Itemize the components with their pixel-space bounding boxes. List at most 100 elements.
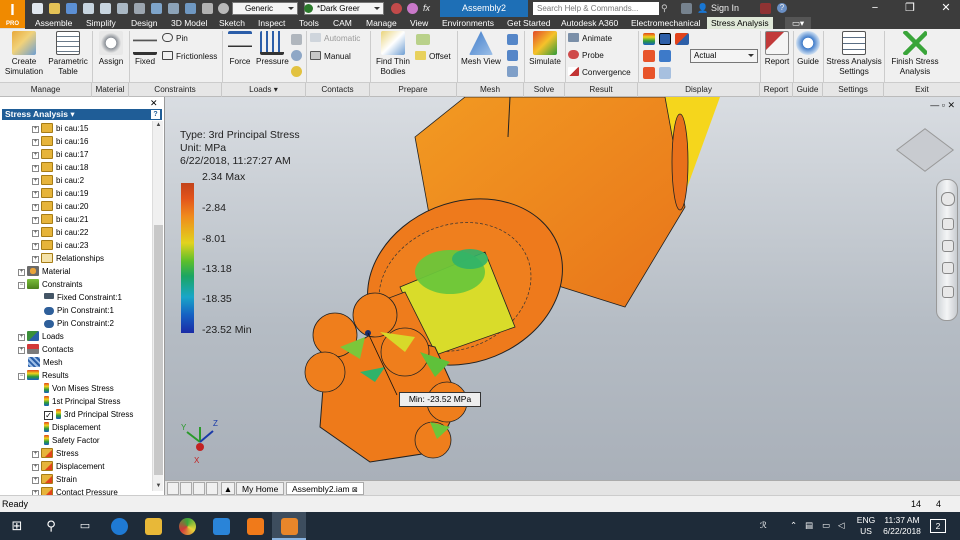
- expand-icon[interactable]: +: [32, 191, 39, 198]
- tab-assembly2[interactable]: Assembly2.iam ⊠: [286, 482, 364, 495]
- expand-icon[interactable]: +: [32, 217, 39, 224]
- tree-item-part[interactable]: + bi cau:20: [32, 201, 88, 213]
- expand-icon[interactable]: +: [32, 477, 39, 484]
- animate-button[interactable]: Animate: [568, 33, 612, 44]
- bearing-load-icon[interactable]: [291, 34, 302, 45]
- tab-close-icon[interactable]: ⊠: [352, 487, 358, 494]
- save-icon[interactable]: [66, 3, 77, 14]
- tab-autodesk-a360[interactable]: Autodesk A360: [561, 17, 618, 29]
- notifications-icon[interactable]: 2: [930, 519, 946, 533]
- scroll-thumb[interactable]: [154, 225, 163, 475]
- finish-stress-analysis-button[interactable]: Finish Stress Analysis: [886, 31, 944, 77]
- file-explorer-icon[interactable]: [136, 512, 170, 540]
- tree-item-part[interactable]: + bi cau:17: [32, 149, 88, 161]
- appearance-dropdown[interactable]: *Dark Greer: [304, 2, 384, 15]
- midsurface-icon[interactable]: [416, 34, 430, 45]
- min-probe-label[interactable]: Min: -23.52 MPa: [399, 392, 481, 407]
- tile-icon[interactable]: [167, 482, 179, 495]
- binoculars-search-icon[interactable]: ⚲: [661, 2, 668, 15]
- result-checkbox[interactable]: ✓: [44, 411, 53, 420]
- collapse-icon[interactable]: −: [18, 282, 25, 289]
- parametric-table-button[interactable]: Parametric Table: [46, 31, 90, 77]
- tree-item-part[interactable]: + bi cau:23: [32, 240, 88, 252]
- edge-browser-icon[interactable]: [102, 512, 136, 540]
- update-icon[interactable]: [151, 3, 162, 14]
- stress-analysis-settings-button[interactable]: Stress Analysis Settings: [825, 31, 883, 77]
- tree-item-part[interactable]: + bi cau:22: [32, 227, 88, 239]
- boundary-conditions-icon[interactable]: [643, 67, 655, 79]
- exchange-apps-icon[interactable]: [760, 3, 771, 14]
- tab-get-started[interactable]: Get Started: [507, 17, 550, 29]
- browser-scrollbar[interactable]: ▲ ▼: [152, 121, 163, 491]
- local-mesh-control-icon[interactable]: [507, 50, 518, 61]
- pan-icon[interactable]: [942, 218, 954, 230]
- arrange-icon[interactable]: [193, 482, 205, 495]
- guide-button[interactable]: Guide: [795, 31, 821, 67]
- tree-item-fixed-constraint[interactable]: Fixed Constraint:1: [44, 292, 122, 304]
- tab-manage[interactable]: Manage: [366, 17, 397, 29]
- adjust-appearance-icon[interactable]: [407, 3, 418, 14]
- expand-icon[interactable]: +: [32, 451, 39, 458]
- probe-button[interactable]: Probe: [568, 50, 604, 61]
- group-label-loads[interactable]: Loads ▾: [222, 83, 306, 97]
- manual-contacts-button[interactable]: Manual: [310, 51, 351, 62]
- tree-item-part[interactable]: + bi cau:18: [32, 162, 88, 174]
- help-icon[interactable]: ?: [777, 3, 787, 13]
- select-icon[interactable]: [134, 3, 145, 14]
- user-icon[interactable]: 👤: [697, 2, 708, 15]
- tab-my-home[interactable]: My Home: [236, 482, 285, 495]
- show-hidden-icons[interactable]: ⌃: [790, 520, 797, 531]
- browser-header[interactable]: Stress Analysis ▾?: [2, 109, 162, 120]
- tab-cam[interactable]: CAM: [333, 17, 352, 29]
- help-search-input[interactable]: Search Help & Commands...: [533, 2, 659, 15]
- viewport-window-controls[interactable]: — ▫ ✕: [925, 100, 955, 110]
- input-language[interactable]: ENG US: [856, 515, 876, 537]
- orbit-icon[interactable]: [942, 262, 954, 274]
- create-simulation-button[interactable]: Create Simulation: [2, 31, 46, 77]
- close-button[interactable]: ✕: [934, 0, 958, 17]
- fixed-constraint-button[interactable]: Fixed: [132, 31, 158, 67]
- tree-item-results[interactable]: − Results: [18, 370, 69, 382]
- tab-design[interactable]: Design: [131, 17, 157, 29]
- tab-stress-analysis[interactable]: Stress Analysis: [707, 17, 773, 29]
- expand-icon[interactable]: +: [18, 269, 25, 276]
- tree-item-result[interactable]: Displacement: [44, 422, 100, 434]
- tab-view[interactable]: View: [410, 17, 428, 29]
- pin-constraint-button[interactable]: Pin: [162, 33, 188, 44]
- subscription-icon[interactable]: [681, 3, 692, 14]
- new-file-icon[interactable]: [32, 3, 43, 14]
- smooth-shading-icon[interactable]: [659, 33, 671, 45]
- expand-icon[interactable]: +: [32, 256, 39, 263]
- gravity-load-icon[interactable]: [291, 66, 302, 77]
- ribbon-options-icon[interactable]: ▭▾: [785, 17, 811, 29]
- mesh-view-button[interactable]: Mesh View: [460, 31, 502, 67]
- tab-tools[interactable]: Tools: [299, 17, 319, 29]
- tree-item-result[interactable]: Safety Factor: [44, 435, 100, 447]
- browser-close-icon[interactable]: ✕: [150, 98, 158, 109]
- displacement-scale-dropdown[interactable]: Actual: [690, 49, 758, 63]
- zalo-icon[interactable]: [204, 512, 238, 540]
- tree-item-relationships[interactable]: + Relationships: [32, 253, 104, 265]
- tree-item-part[interactable]: + bi cau:16: [32, 136, 88, 148]
- clock[interactable]: 11:37 AM 6/22/2018: [880, 515, 924, 537]
- zoom-icon[interactable]: [942, 240, 954, 252]
- steering-wheel-icon[interactable]: [941, 192, 955, 206]
- inventor-app-button[interactable]: I PRO: [0, 0, 25, 28]
- look-at-icon[interactable]: [942, 286, 954, 298]
- tree-item-part[interactable]: + bi cau:21: [32, 214, 88, 226]
- tree-item-result-folder[interactable]: + Stress: [32, 448, 79, 460]
- tree-item-result-folder[interactable]: + Strain: [32, 474, 77, 486]
- convergence-button[interactable]: Convergence: [568, 67, 631, 78]
- expand-icon[interactable]: +: [32, 464, 39, 471]
- redo-icon[interactable]: [100, 3, 111, 14]
- properties-icon[interactable]: [185, 3, 196, 14]
- tab-menu-icon[interactable]: ▲: [221, 482, 235, 495]
- moment-load-icon[interactable]: [291, 50, 302, 61]
- expand-icon[interactable]: +: [32, 126, 39, 133]
- inventor-taskbar-icon[interactable]: [272, 512, 306, 540]
- tree-item-contacts[interactable]: + Contacts: [18, 344, 74, 356]
- tree-item-material[interactable]: + Material: [18, 266, 70, 278]
- report-button[interactable]: Report: [762, 31, 792, 67]
- tab-sketch[interactable]: Sketch: [219, 17, 245, 29]
- convergence-settings-icon[interactable]: [507, 66, 518, 77]
